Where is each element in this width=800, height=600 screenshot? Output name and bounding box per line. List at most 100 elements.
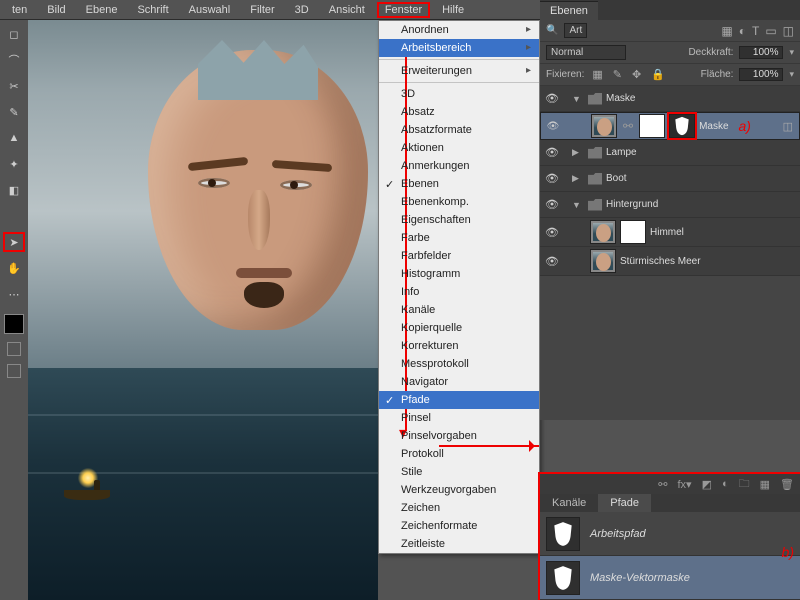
menu-item-info[interactable]: Info [379,283,539,301]
group-icon[interactable]: 🗀 [739,475,750,494]
path-row[interactable]: Arbeitspfad [540,512,800,556]
path-row[interactable]: Maske-Vektormaske [540,556,800,600]
layer-filter-kind[interactable]: Art [564,23,587,38]
visibility-icon[interactable]: 👁 [544,172,560,185]
visibility-icon[interactable]: 👁 [544,198,560,211]
layer-group-row[interactable]: 👁▼Maske [540,86,800,112]
link-icon[interactable]: ⚯ [658,478,667,491]
layer-group-row[interactable]: 👁▶Boot [540,166,800,192]
menu-item-anmerkungen[interactable]: Anmerkungen [379,157,539,175]
filter-pixel-icon[interactable]: ▦ [721,24,732,38]
menu-item-zeichen[interactable]: Zeichen [379,499,539,517]
visibility-icon[interactable]: 👁 [544,92,560,105]
tab-pfade[interactable]: Pfade [598,494,651,512]
screenmode-icon[interactable] [7,364,21,378]
menu-item-absatz[interactable]: Absatz [379,103,539,121]
more-tool-icon[interactable]: ⋯ [3,284,25,304]
menu-3d[interactable]: 3D [287,2,317,18]
menu-item-farbfelder[interactable]: Farbfelder [379,247,539,265]
filter-smart-icon[interactable]: ◫ [783,24,794,38]
layer-row[interactable]: 👁Stürmisches Meer [540,247,800,276]
menu-item-werkzeugvorgaben[interactable]: Werkzeugvorgaben [379,481,539,499]
menu-item-histogramm[interactable]: Histogramm [379,265,539,283]
adjustment-icon[interactable]: ◐ [722,478,729,490]
menu-bild[interactable]: Bild [39,2,73,18]
menu-item-ebenen[interactable]: Ebenen [379,175,539,193]
menu-fenster[interactable]: Fenster [377,2,430,18]
blank-tool-icon[interactable] [3,206,25,226]
eyedropper-tool-icon[interactable]: ✎ [3,102,25,122]
layer-group-row[interactable]: 👁▼Hintergrund [540,192,800,218]
menu-item-korrekturen[interactable]: Korrekturen [379,337,539,355]
hand-tool-icon[interactable]: ✋ [3,258,25,278]
menu-ten[interactable]: ten [4,2,35,18]
menu-item-stile[interactable]: Stile [379,463,539,481]
foreground-swatch[interactable] [4,314,24,334]
marquee-tool-icon[interactable]: ◻ [3,24,25,44]
menu-item-anordnen[interactable]: Anordnen [379,21,539,39]
lock-position-icon[interactable]: ✥ [630,68,643,81]
brush-tool-icon[interactable]: ▲ [3,128,25,148]
mask-icon[interactable]: ◩ [702,478,712,491]
eraser-tool-icon[interactable]: ◧ [3,180,25,200]
lock-all-icon[interactable]: 🔒 [649,68,667,81]
menu-item-farbe[interactable]: Farbe [379,229,539,247]
layer-group-row[interactable]: 👁▶Lampe [540,140,800,166]
layer-mask-thumb[interactable] [639,114,665,138]
opacity-value[interactable]: 100% [739,46,783,59]
layer-mask-thumb[interactable] [620,220,646,244]
disclosure-icon[interactable]: ▼ [572,200,584,210]
filter-shape-icon[interactable]: ▭ [765,24,776,38]
menu-ebene[interactable]: Ebene [78,2,126,18]
filter-adjust-icon[interactable]: ◐ [739,24,746,38]
lock-paint-icon[interactable]: ✎ [611,68,624,81]
path-select-tool-icon[interactable]: ➤ [3,232,25,252]
layer-row[interactable]: 👁⚯Maskea)◫ [540,112,800,140]
filter-type-icon[interactable]: T [752,24,759,38]
menu-ansicht[interactable]: Ansicht [321,2,373,18]
disclosure-icon[interactable]: ▶ [572,173,584,184]
menu-item-messprotokoll[interactable]: Messprotokoll [379,355,539,373]
menu-item-pfade[interactable]: Pfade [379,391,539,409]
menu-item-zeichenformate[interactable]: Zeichenformate [379,517,539,535]
menu-item-pinsel[interactable]: Pinsel [379,409,539,427]
menu-item-zeitleiste[interactable]: Zeitleiste [379,535,539,553]
visibility-icon[interactable]: 👁 [544,226,560,239]
menu-hilfe[interactable]: Hilfe [434,2,472,18]
visibility-icon[interactable]: 👁 [545,121,561,132]
vector-mask-thumb[interactable] [669,114,695,138]
menu-item-absatzformate[interactable]: Absatzformate [379,121,539,139]
new-icon[interactable]: ▦ [760,478,770,491]
menu-item-ebenenkomp-[interactable]: Ebenenkomp. [379,193,539,211]
disclosure-icon[interactable]: ▼ [572,94,584,104]
menu-item-arbeitsbereich[interactable]: Arbeitsbereich [379,39,539,57]
menu-item-3d[interactable]: 3D [379,85,539,103]
crop-tool-icon[interactable]: ✂ [3,76,25,96]
menu-item-navigator[interactable]: Navigator [379,373,539,391]
disclosure-icon[interactable]: ▶ [572,147,584,158]
lock-transparency-icon[interactable]: ▦ [590,68,604,81]
stamp-tool-icon[interactable]: ✦ [3,154,25,174]
menu-item-pinselvorgaben[interactable]: Pinselvorgaben [379,427,539,445]
menu-item-aktionen[interactable]: Aktionen [379,139,539,157]
fx-icon[interactable]: fx▾ [677,478,691,491]
blend-mode-select[interactable]: Normal [546,45,626,60]
menu-item-erweiterungen[interactable]: Erweiterungen [379,62,539,80]
tab-kanäle[interactable]: Kanäle [540,494,598,512]
layer-row[interactable]: 👁Himmel [540,218,800,247]
menu-item-kopierquelle[interactable]: Kopierquelle [379,319,539,337]
menu-auswahl[interactable]: Auswahl [181,2,239,18]
menu-item-eigenschaften[interactable]: Eigenschaften [379,211,539,229]
fill-value[interactable]: 100% [739,68,783,81]
menu-item-protokoll[interactable]: Protokoll [379,445,539,463]
visibility-icon[interactable]: 👁 [544,146,560,159]
menu-item-kan-le[interactable]: Kanäle [379,301,539,319]
menu-filter[interactable]: Filter [242,2,282,18]
visibility-icon[interactable]: 👁 [544,255,560,268]
layers-tab[interactable]: Ebenen [540,1,598,20]
lasso-tool-icon[interactable]: ⌒ [3,50,25,70]
menu-schrift[interactable]: Schrift [129,2,176,18]
trash-icon[interactable]: 🗑 [780,478,794,491]
document-canvas[interactable] [28,20,378,600]
quickmask-icon[interactable] [7,342,21,356]
